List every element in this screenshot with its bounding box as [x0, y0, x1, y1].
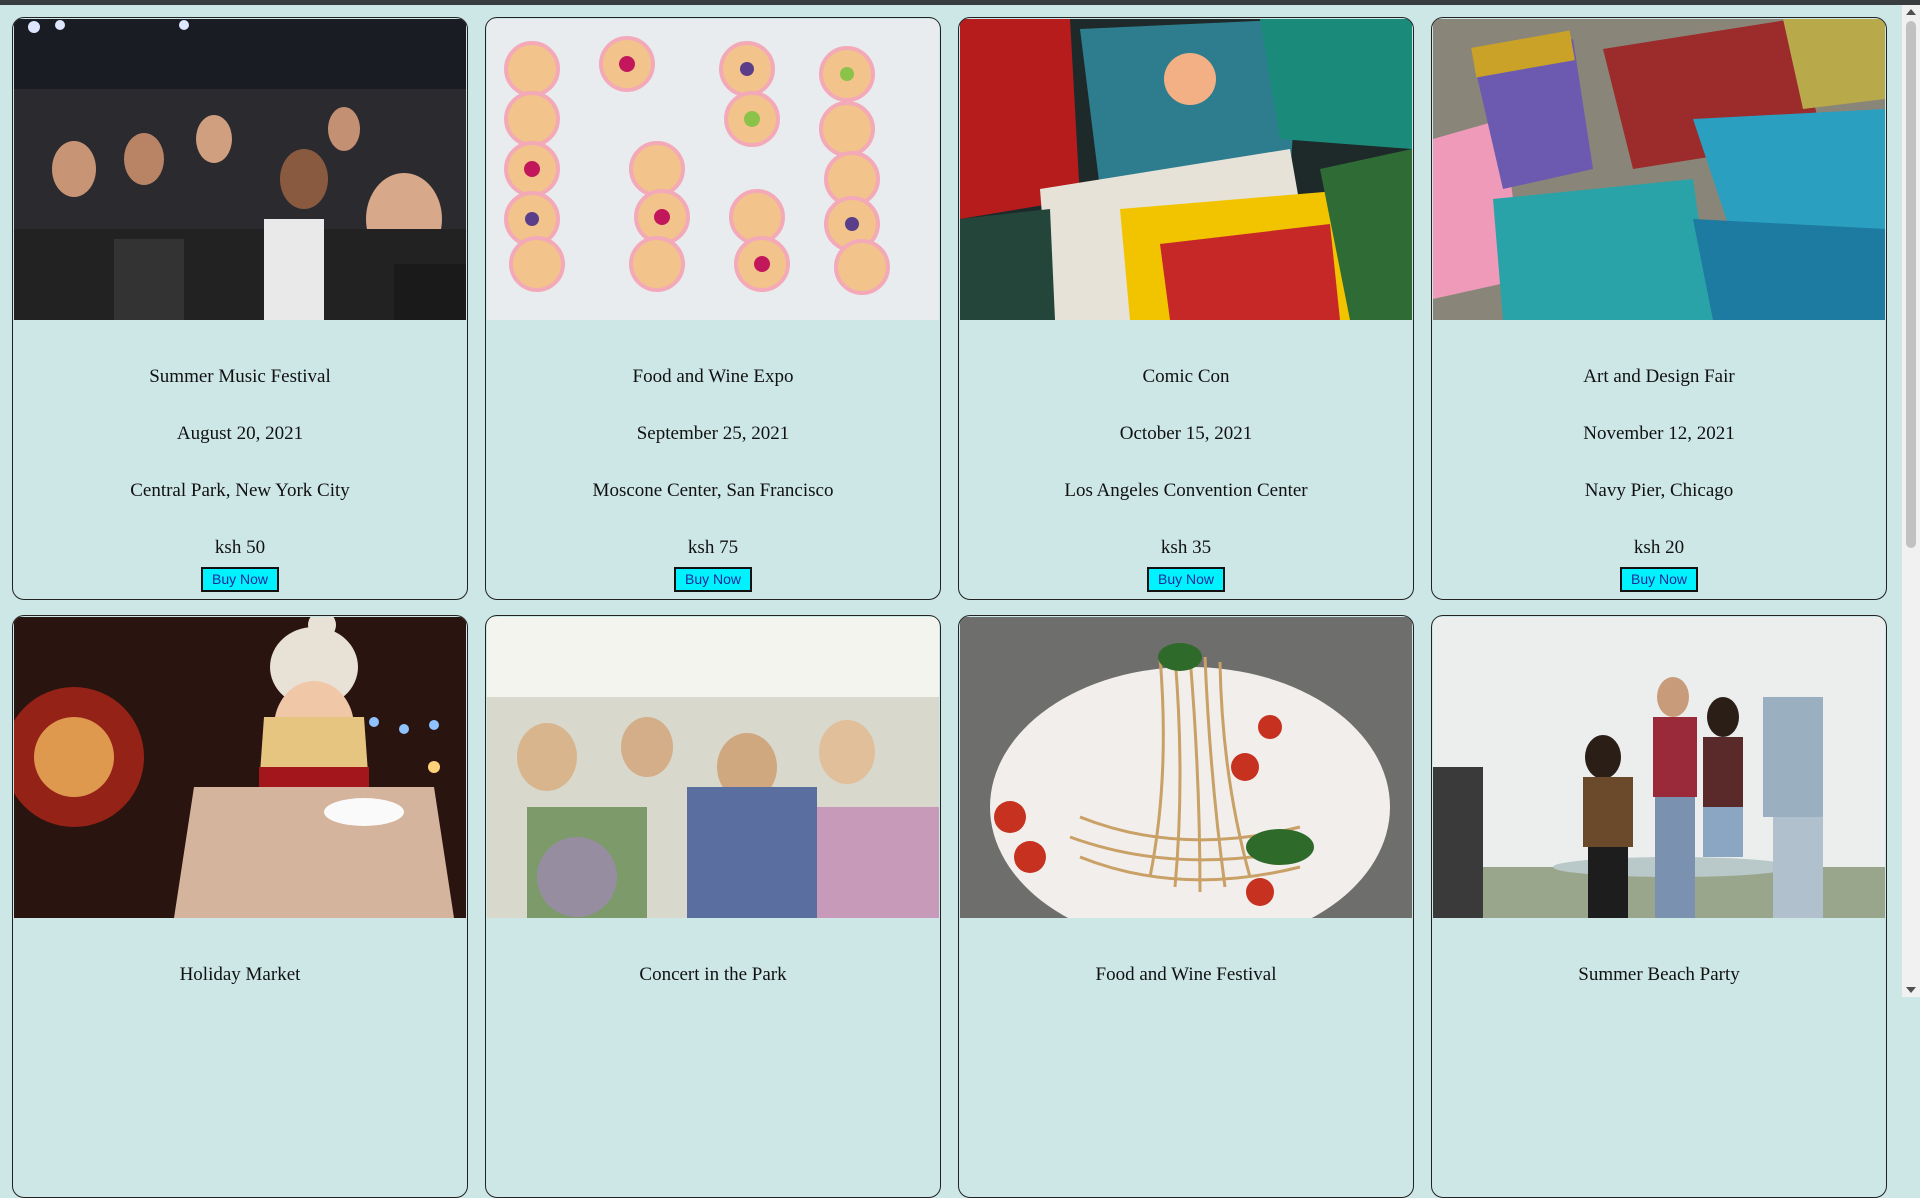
event-title: Holiday Market [179, 964, 301, 985]
event-date: November 12, 2021 [1583, 423, 1735, 444]
event-location: Navy Pier, Chicago [1584, 480, 1734, 501]
event-grid: Summer Music Festival August 20, 2021 Ce… [12, 17, 1889, 1198]
buy-now-button[interactable]: Buy Now [1146, 567, 1226, 592]
event-title: Food and Wine Festival [1095, 964, 1277, 985]
buy-now-button[interactable]: Buy Now [200, 567, 280, 592]
event-title: Summer Music Festival [149, 366, 331, 387]
event-image-fruit-tarts [487, 19, 939, 320]
event-date: October 15, 2021 [1119, 423, 1253, 444]
scroll-up-arrow-icon[interactable] [1906, 9, 1916, 15]
event-image-pasta-plate [960, 617, 1412, 918]
event-image-comic-books [960, 19, 1412, 320]
event-price: ksh 75 [687, 537, 739, 558]
event-image-beach-party [1433, 617, 1885, 918]
event-price: ksh 50 [214, 537, 266, 558]
buy-now-button[interactable]: Buy Now [673, 567, 753, 592]
event-title: Concert in the Park [639, 964, 787, 985]
event-location: Central Park, New York City [130, 480, 350, 501]
event-date: September 25, 2021 [636, 423, 790, 444]
event-price: ksh 20 [1633, 537, 1685, 558]
scrollbar-thumb[interactable] [1906, 21, 1916, 548]
scroll-down-arrow-icon[interactable] [1906, 987, 1916, 993]
page-scrollbar[interactable] [1902, 5, 1920, 997]
event-card: Food and Wine Expo September 25, 2021 Mo… [485, 17, 941, 600]
event-card: Holiday Market [12, 615, 468, 1198]
event-card: Summer Beach Party [1431, 615, 1887, 1198]
event-image-holiday-market [14, 617, 466, 918]
buy-now-button[interactable]: Buy Now [1619, 567, 1699, 592]
event-card: Concert in the Park [485, 615, 941, 1198]
event-image-dancing-crowd [487, 617, 939, 918]
event-card: Art and Design Fair November 12, 2021 Na… [1431, 17, 1887, 600]
event-title: Summer Beach Party [1578, 964, 1740, 985]
event-card: Summer Music Festival August 20, 2021 Ce… [12, 17, 468, 600]
event-location: Los Angeles Convention Center [1064, 480, 1308, 501]
event-title: Food and Wine Expo [632, 366, 794, 387]
event-location: Moscone Center, San Francisco [592, 480, 834, 501]
event-title: Comic Con [1142, 366, 1230, 387]
event-image-paint-brushes [1433, 19, 1885, 320]
event-date: August 20, 2021 [176, 423, 304, 444]
event-image-concert-crowd [14, 19, 466, 320]
event-title: Art and Design Fair [1583, 366, 1735, 387]
event-card: Comic Con October 15, 2021 Los Angeles C… [958, 17, 1414, 600]
event-price: ksh 35 [1160, 537, 1212, 558]
browser-top-edge [0, 0, 1920, 5]
event-card: Food and Wine Festival [958, 615, 1414, 1198]
